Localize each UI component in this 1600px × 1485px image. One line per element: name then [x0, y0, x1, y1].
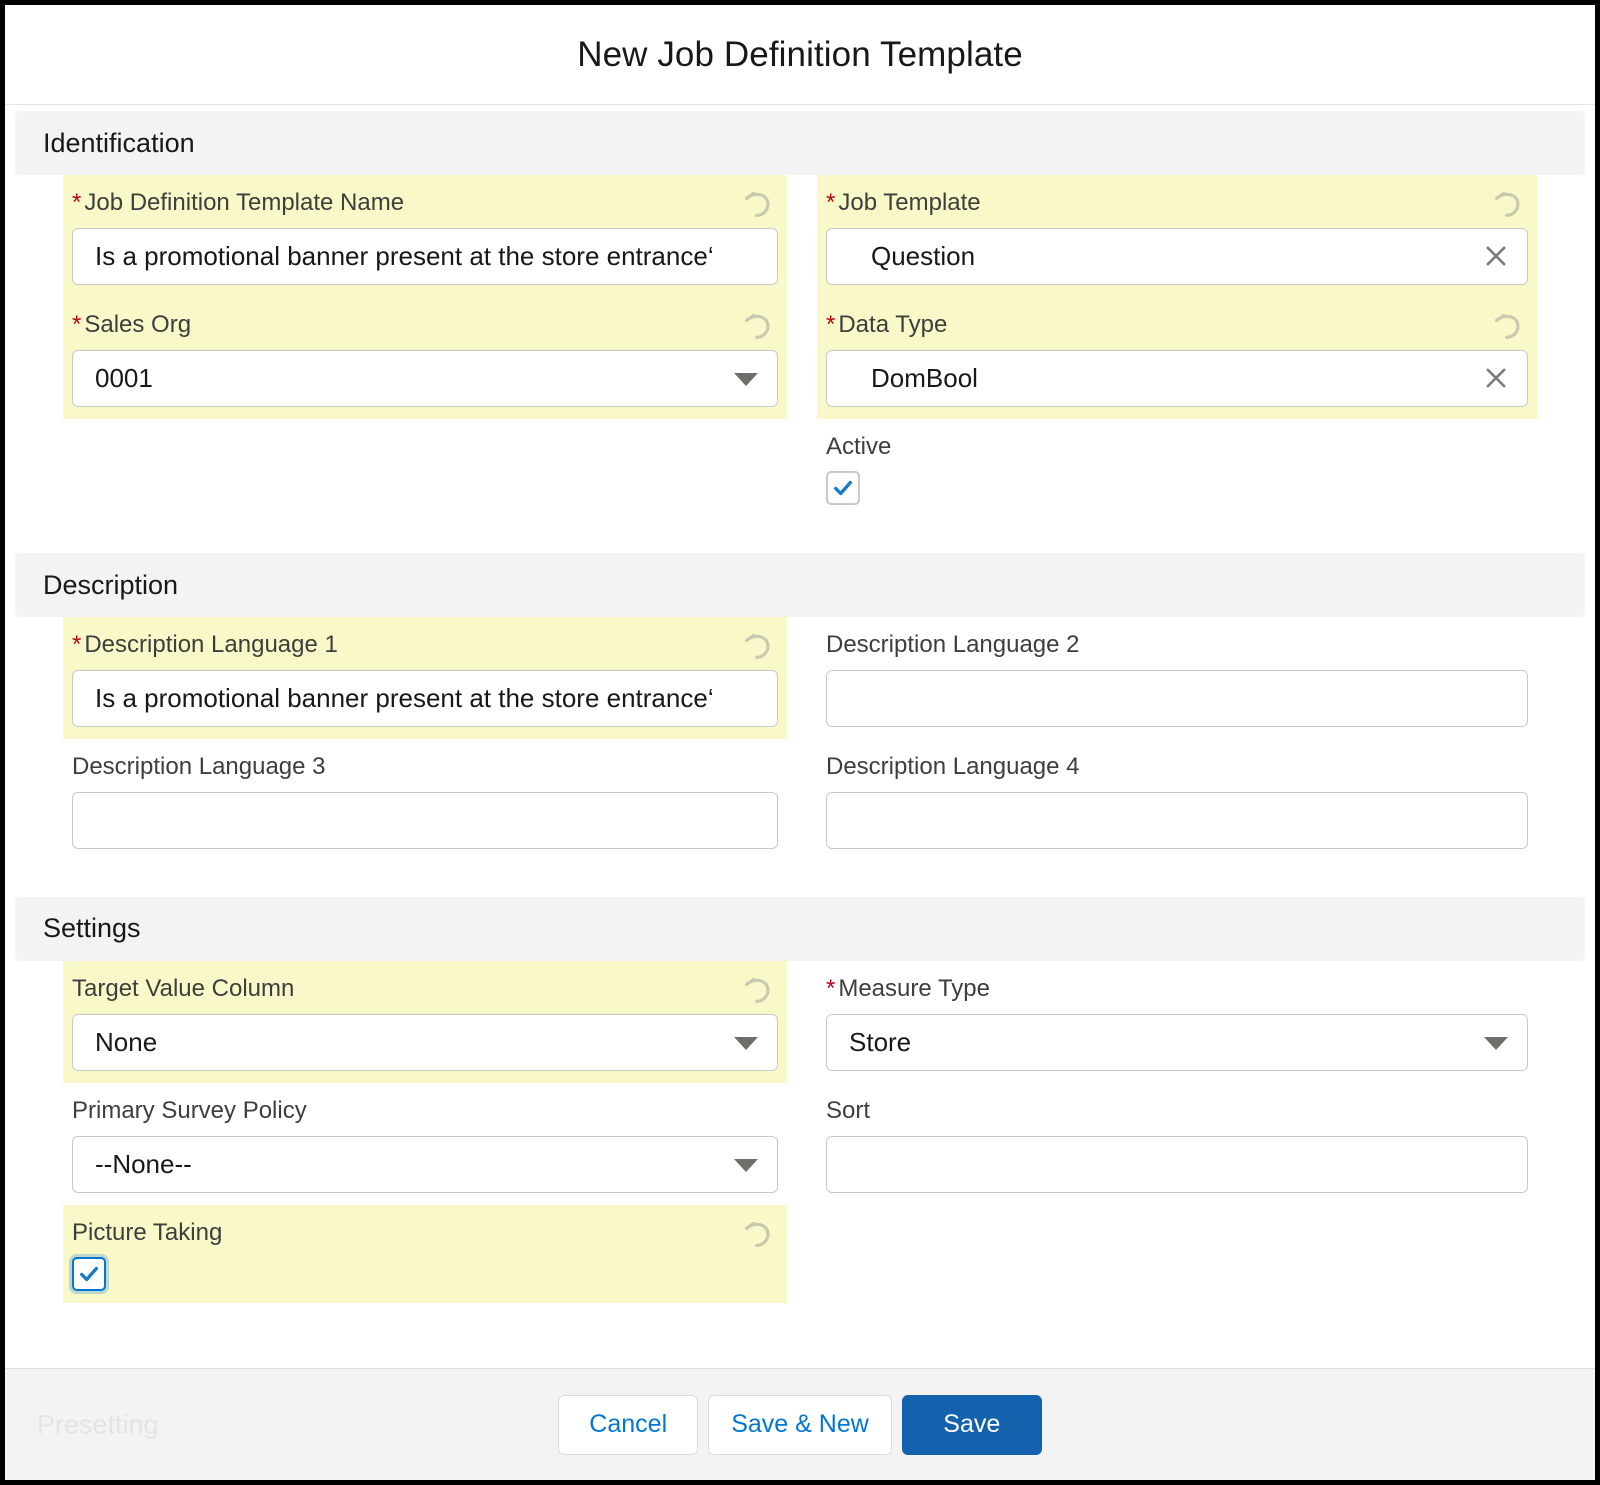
undo-icon[interactable] — [741, 309, 775, 343]
data-type-lookup-input[interactable]: DomBool — [826, 349, 1528, 407]
sales-org-select[interactable]: 0001 — [72, 349, 778, 407]
description-fields: * Description Language 1 Is a promotional… — [5, 617, 1595, 861]
close-icon[interactable] — [1482, 242, 1510, 270]
undo-icon[interactable] — [1491, 309, 1525, 343]
field-label: * Job Template — [826, 189, 981, 216]
field-measure-type: * Measure Type Store — [826, 961, 1528, 1083]
footer-actions: Cancel Save & New Save — [558, 1394, 1042, 1455]
field-label: Description Language 2 — [826, 631, 1080, 659]
chevron-down-icon[interactable] — [734, 1037, 758, 1051]
save-and-new-button[interactable]: Save & New — [708, 1394, 892, 1455]
field-sort: Sort — [826, 1083, 1528, 1205]
field-label: * Description Language 1 — [72, 631, 338, 659]
field-sales-org: * Sales Org 0001 — [63, 296, 787, 419]
description-language-3-input[interactable] — [72, 791, 778, 849]
field-label: Picture Taking — [72, 1218, 223, 1246]
job-template-lookup-input[interactable]: Question — [826, 227, 1528, 285]
modal-body: Identification * Job Definition Template … — [5, 105, 1595, 1368]
section-header-identification: Identification — [15, 111, 1585, 175]
required-marker: * — [72, 631, 82, 659]
field-label: * Measure Type — [826, 974, 990, 1002]
save-button[interactable]: Save — [901, 1394, 1042, 1455]
active-checkbox[interactable] — [826, 471, 860, 506]
required-marker: * — [826, 310, 836, 338]
field-active: Active — [826, 419, 1528, 518]
description-language-4-input[interactable] — [826, 791, 1528, 849]
required-marker: * — [826, 974, 836, 1002]
field-description-language-3: Description Language 3 — [72, 739, 778, 861]
field-label: * Sales Org — [72, 310, 192, 338]
settings-fields: Target Value Column None Primary Survey … — [5, 960, 1595, 1304]
job-definition-template-name-input[interactable]: Is a promotional banner present at the s… — [72, 227, 778, 285]
undo-icon[interactable] — [1491, 187, 1525, 221]
field-data-type: * Data Type DomBool — [817, 296, 1537, 419]
field-job-template: * Job Template Question — [817, 175, 1537, 297]
section-title: Identification — [43, 127, 195, 158]
field-label: Target Value Column — [72, 974, 295, 1002]
field-description-language-2: Description Language 2 — [826, 617, 1528, 739]
identification-fields: * Job Definition Template Name Is a promo… — [5, 175, 1595, 517]
section-title: Description — [43, 569, 179, 600]
picture-taking-checkbox[interactable] — [72, 1257, 106, 1292]
measure-type-select[interactable]: Store — [826, 1013, 1528, 1071]
field-label: Description Language 4 — [826, 753, 1080, 781]
field-target-value-column: Target Value Column None — [63, 960, 787, 1083]
field-job-definition-template-name: * Job Definition Template Name Is a promo… — [63, 175, 787, 297]
sort-input[interactable] — [826, 1135, 1528, 1193]
check-icon — [80, 1267, 98, 1282]
field-label: Primary Survey Policy — [72, 1096, 307, 1124]
description-language-2-input[interactable] — [826, 670, 1528, 728]
required-marker: * — [72, 310, 82, 338]
modal-header: New Job Definition Template — [5, 5, 1595, 105]
field-description-language-4: Description Language 4 — [826, 739, 1528, 861]
field-label: * Job Definition Template Name — [72, 189, 405, 216]
cancel-button[interactable]: Cancel — [558, 1394, 699, 1455]
primary-survey-policy-select[interactable]: --None-- — [72, 1135, 778, 1193]
undo-icon[interactable] — [741, 973, 775, 1007]
required-marker: * — [72, 189, 82, 216]
page-title: New Job Definition Template — [577, 34, 1023, 74]
target-value-column-select[interactable]: None — [72, 1013, 778, 1071]
chevron-down-icon[interactable] — [1484, 1037, 1508, 1051]
field-description-language-1: * Description Language 1 Is a promotional… — [63, 617, 787, 740]
new-job-definition-template-modal: New Job Definition Template Identificati… — [0, 0, 1600, 1485]
field-label: Sort — [826, 1096, 871, 1124]
check-icon — [834, 481, 852, 496]
required-marker: * — [826, 189, 836, 216]
field-label: Active — [826, 432, 892, 460]
status-text: Presetting — [37, 1409, 159, 1439]
description-language-1-input[interactable]: Is a promotional banner present at the s… — [72, 670, 778, 728]
undo-icon[interactable] — [741, 629, 775, 663]
close-icon[interactable] — [1482, 364, 1510, 392]
field-label: Description Language 3 — [72, 753, 326, 781]
field-primary-survey-policy: Primary Survey Policy --None-- — [72, 1083, 778, 1205]
field-label: * Data Type — [826, 310, 948, 338]
modal-footer: Presetting Cancel Save & New Save — [5, 1368, 1595, 1480]
section-header-settings: Settings — [15, 896, 1585, 961]
undo-icon[interactable] — [741, 1217, 775, 1251]
field-picture-taking: Picture Taking — [63, 1204, 787, 1304]
undo-icon[interactable] — [741, 187, 775, 221]
chevron-down-icon[interactable] — [734, 373, 758, 387]
chevron-down-icon[interactable] — [734, 1159, 758, 1173]
section-header-description: Description — [15, 553, 1585, 618]
section-title: Settings — [43, 913, 141, 944]
